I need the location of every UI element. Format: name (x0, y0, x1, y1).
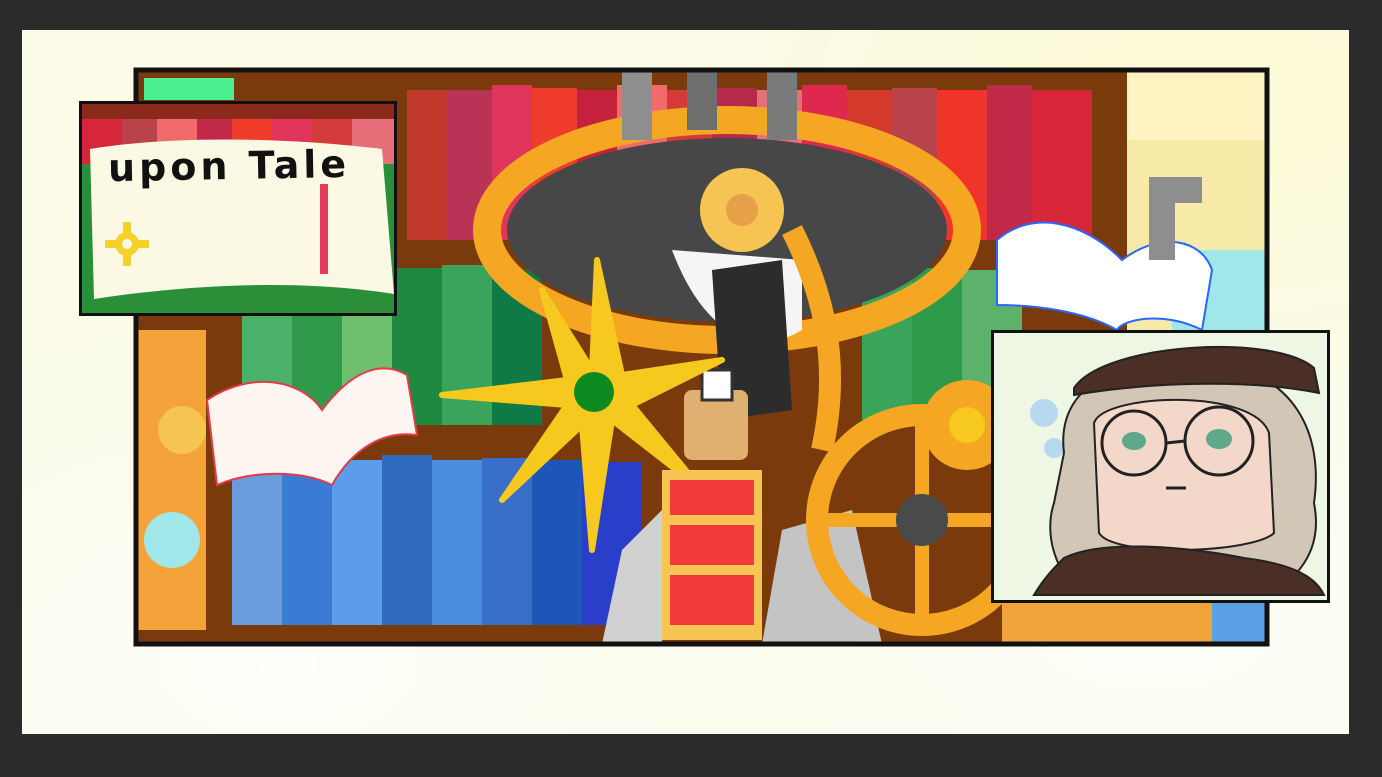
game-title: upon Tale (107, 141, 351, 191)
character-portrait-panel (991, 330, 1330, 603)
character-portrait (994, 333, 1327, 600)
left-eye (1122, 432, 1146, 450)
right-eye (1206, 429, 1232, 449)
title-card-art (82, 104, 394, 313)
red-drawers (662, 470, 762, 640)
star-center (574, 372, 614, 412)
blue-book-shelf (232, 455, 642, 625)
game-stage: upon Tale (22, 30, 1349, 734)
title-card-panel: upon Tale (79, 101, 397, 316)
